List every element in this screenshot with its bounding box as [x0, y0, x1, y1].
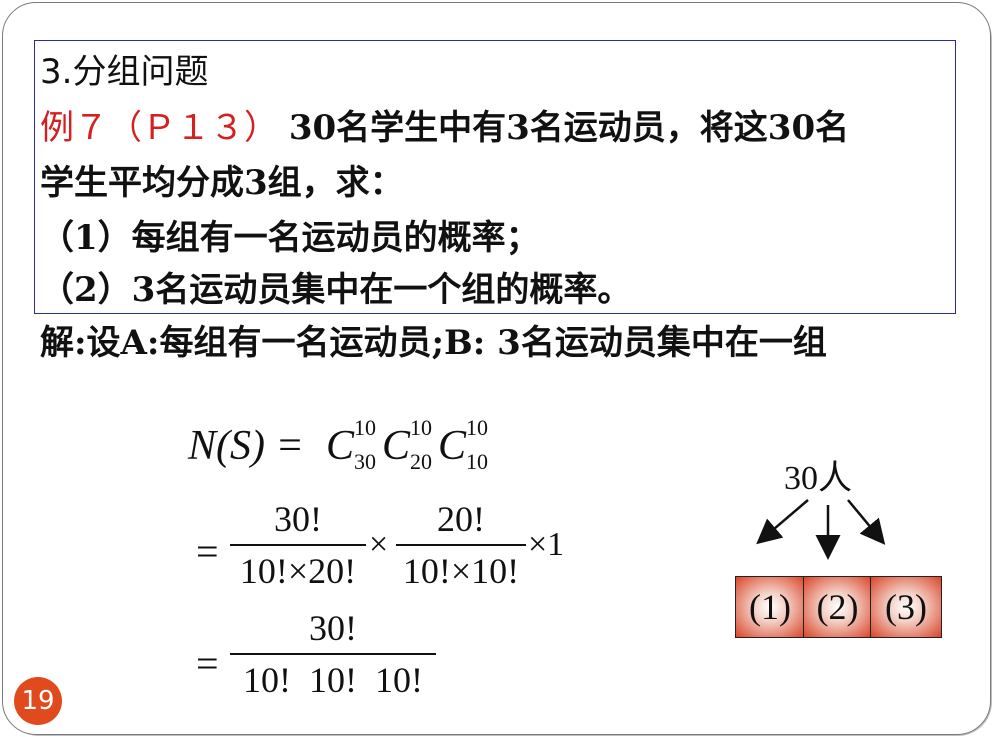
group-box-2: (2): [803, 576, 872, 638]
arrow-right: [847, 499, 886, 545]
fraction-2-numerator: 20!: [437, 499, 485, 539]
fraction-3-denominator: 10! 10! 10!: [243, 660, 423, 700]
group-box-1: (1): [735, 576, 805, 638]
c2-sub: 20: [410, 449, 433, 474]
times-one: ×1: [528, 526, 565, 563]
fraction-3: 30! 10! 10! 10!: [230, 607, 436, 701]
example-label: 例７（Ｐ１３）: [40, 108, 278, 148]
question-2: （2）3名运动员集中在一个组的概率。: [40, 270, 632, 310]
combination-3: C 10 10: [438, 415, 489, 474]
split-arrows: [756, 499, 886, 560]
solution-line: 解:设A:每组有一名运动员;B: 3名运动员集中在一组: [40, 323, 827, 363]
fraction-3-numerator: 30!: [309, 608, 357, 648]
combination-2: C 10 20: [382, 415, 433, 474]
fraction-1-bar: [230, 544, 366, 546]
fraction-3-bar: [230, 653, 436, 655]
times-1: ×: [369, 526, 389, 563]
equals-1: =: [196, 529, 219, 574]
equals-2: =: [196, 641, 219, 686]
fraction-1: 30! 10!×20!: [230, 498, 366, 592]
problem-text-1: 30名学生中有3名运动员，将这30名: [288, 108, 850, 148]
combination-1: C 10 30: [326, 415, 377, 474]
c1-sub: 30: [354, 449, 377, 474]
problem-line-1: 例７（Ｐ１３） 30名学生中有3名运动员，将这30名: [40, 108, 849, 148]
fraction-2-bar: [396, 544, 526, 546]
ns-lhs: N(S) =: [188, 423, 304, 469]
problem-line-2: 学生平均分成3组，求：: [40, 163, 404, 203]
c1-sup: 10: [354, 415, 377, 440]
fraction-2: 20! 10!×10!: [396, 498, 526, 592]
c2-sup: 10: [410, 415, 433, 440]
total-students-label: 30人: [784, 460, 852, 497]
arrow-left: [756, 499, 809, 545]
fraction-1-denominator: 10!×20!: [239, 551, 357, 591]
c3-sup: 10: [466, 415, 489, 440]
group-box-3: (3): [870, 576, 942, 638]
fraction-1-numerator: 30!: [274, 499, 322, 539]
page-number-badge: 19: [14, 677, 62, 725]
fraction-2-denominator: 10!×10!: [402, 551, 520, 591]
section-title: 3.分组问题: [40, 52, 209, 92]
question-1: （1）每组有一名运动员的概率；: [40, 218, 540, 258]
c3-sub: 10: [466, 449, 489, 474]
